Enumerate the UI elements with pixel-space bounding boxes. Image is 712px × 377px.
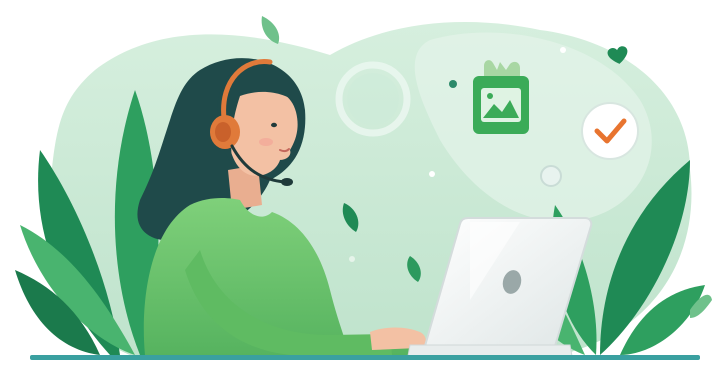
checkmark-badge-icon bbox=[581, 102, 639, 160]
cheek bbox=[259, 138, 273, 146]
dot bbox=[349, 256, 355, 262]
ring-ornament-inner bbox=[347, 73, 399, 125]
dot bbox=[449, 80, 457, 88]
support-illustration bbox=[15, 16, 712, 360]
eye bbox=[271, 122, 277, 128]
dot bbox=[540, 165, 562, 187]
dot bbox=[429, 171, 435, 177]
desk-surface bbox=[30, 355, 700, 360]
laptop-base bbox=[407, 344, 573, 357]
dot bbox=[560, 47, 566, 53]
